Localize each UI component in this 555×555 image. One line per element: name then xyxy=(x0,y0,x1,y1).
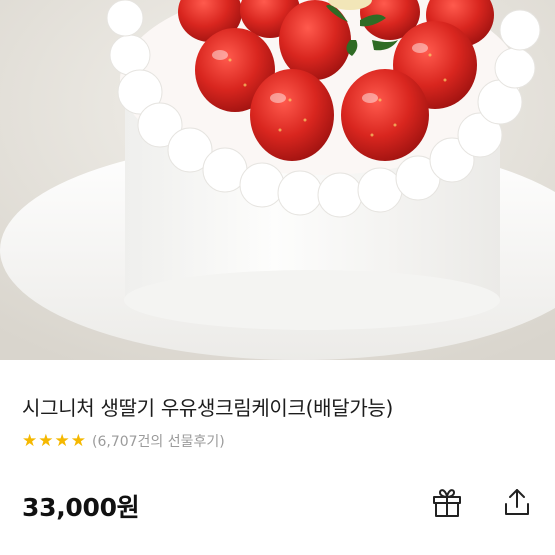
cake-illustration xyxy=(0,0,555,360)
star-icon: ★ xyxy=(38,431,54,451)
star-icon: ★ xyxy=(70,431,86,451)
action-buttons xyxy=(429,484,535,520)
rating-row[interactable]: ★ ★ ★ ★ (6,707건의 선물후기) xyxy=(22,431,225,451)
product-image[interactable] xyxy=(0,0,555,360)
product-info: 시그니처 생딸기 우유생크림케이크(배달가능) ★ ★ ★ ★ (6,707건의… xyxy=(0,360,555,555)
review-count[interactable]: (6,707건의 선물후기) xyxy=(92,431,225,451)
product-price: 33,000원 xyxy=(22,493,140,522)
product-title: 시그니처 생딸기 우유생크림케이크(배달가능) xyxy=(22,396,394,420)
gift-button[interactable] xyxy=(429,484,465,520)
gift-icon xyxy=(433,489,461,517)
star-icon: ★ xyxy=(22,431,38,451)
share-button[interactable] xyxy=(499,484,535,520)
star-rating: ★ ★ ★ ★ xyxy=(22,432,86,450)
star-icon: ★ xyxy=(54,431,70,451)
share-icon xyxy=(505,489,529,515)
